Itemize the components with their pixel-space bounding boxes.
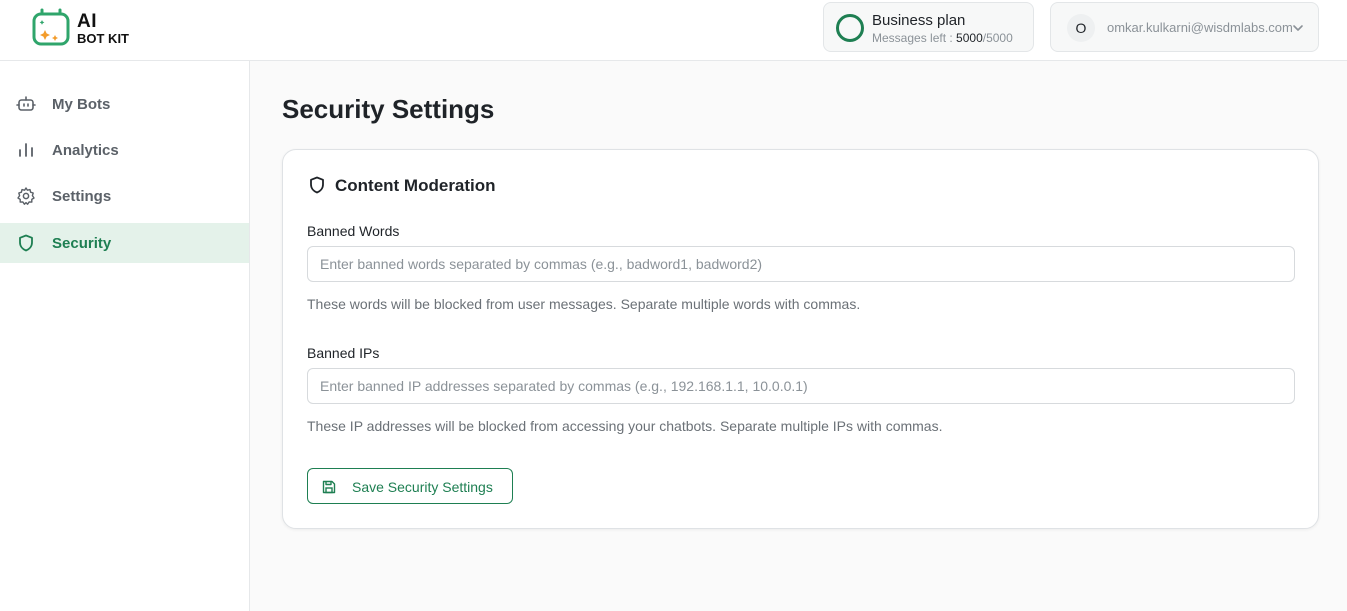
banned-words-label: Banned Words (307, 223, 400, 239)
sidebar-item-my-bots[interactable]: My Bots (0, 84, 249, 124)
sidebar-item-label: Settings (52, 188, 112, 205)
brand-name-line1: AI (77, 11, 97, 32)
bar-chart-icon (19, 143, 33, 157)
robot-icon (16, 96, 36, 111)
content-moderation-card: Content Moderation Banned Words These wo… (282, 149, 1319, 529)
gear-icon (17, 187, 35, 205)
shield-icon (19, 234, 33, 252)
banned-words-input[interactable] (307, 246, 1295, 282)
banned-ips-input[interactable] (307, 368, 1295, 404)
save-button-label: Save Security Settings (352, 479, 493, 495)
main-content: Security Settings Content Moderation Ban… (250, 61, 1347, 611)
user-email: omkar.kulkarni@wisdmlabs.com (1107, 20, 1293, 35)
banned-words-help: These words will be blocked from user me… (307, 296, 861, 312)
usage-ring-icon (836, 14, 864, 42)
save-icon (322, 480, 336, 494)
shield-icon (310, 176, 324, 194)
card-title: Content Moderation (335, 176, 496, 195)
plan-status[interactable]: Business plan Messages left : 5000/5000 (823, 2, 1034, 52)
sidebar-item-label: My Bots (52, 96, 111, 113)
messages-left: Messages left : 5000/5000 (872, 31, 1013, 45)
user-menu[interactable]: O omkar.kulkarni@wisdmlabs.com (1050, 2, 1319, 52)
sidebar-item-analytics[interactable]: Analytics (0, 130, 249, 170)
messages-left-label: Messages left : (872, 31, 957, 45)
plan-name: Business plan (872, 12, 966, 29)
save-security-settings-button[interactable]: Save Security Settings (307, 468, 513, 504)
brand-name-line2: BOT KIT (77, 31, 129, 46)
sidebar-item-settings[interactable]: Settings (0, 176, 249, 216)
sidebar-item-label: Security (52, 235, 112, 252)
avatar: O (1067, 14, 1095, 42)
page-title: Security Settings (282, 94, 495, 124)
top-bar: AI BOT KIT Business plan Messages left :… (0, 0, 1347, 61)
sidebar: My Bots Analytics Settings Security (0, 61, 250, 611)
logo-icon (32, 8, 70, 46)
messages-used: 5000 (956, 31, 983, 45)
brand-logo[interactable]: AI BOT KIT (30, 6, 140, 50)
banned-ips-help: These IP addresses will be blocked from … (307, 418, 943, 434)
chevron-down-icon[interactable] (1291, 21, 1305, 35)
banned-ips-label: Banned IPs (307, 345, 380, 361)
sidebar-item-label: Analytics (52, 142, 119, 159)
messages-total: /5000 (982, 31, 1013, 45)
sidebar-item-security[interactable]: Security (0, 223, 249, 263)
